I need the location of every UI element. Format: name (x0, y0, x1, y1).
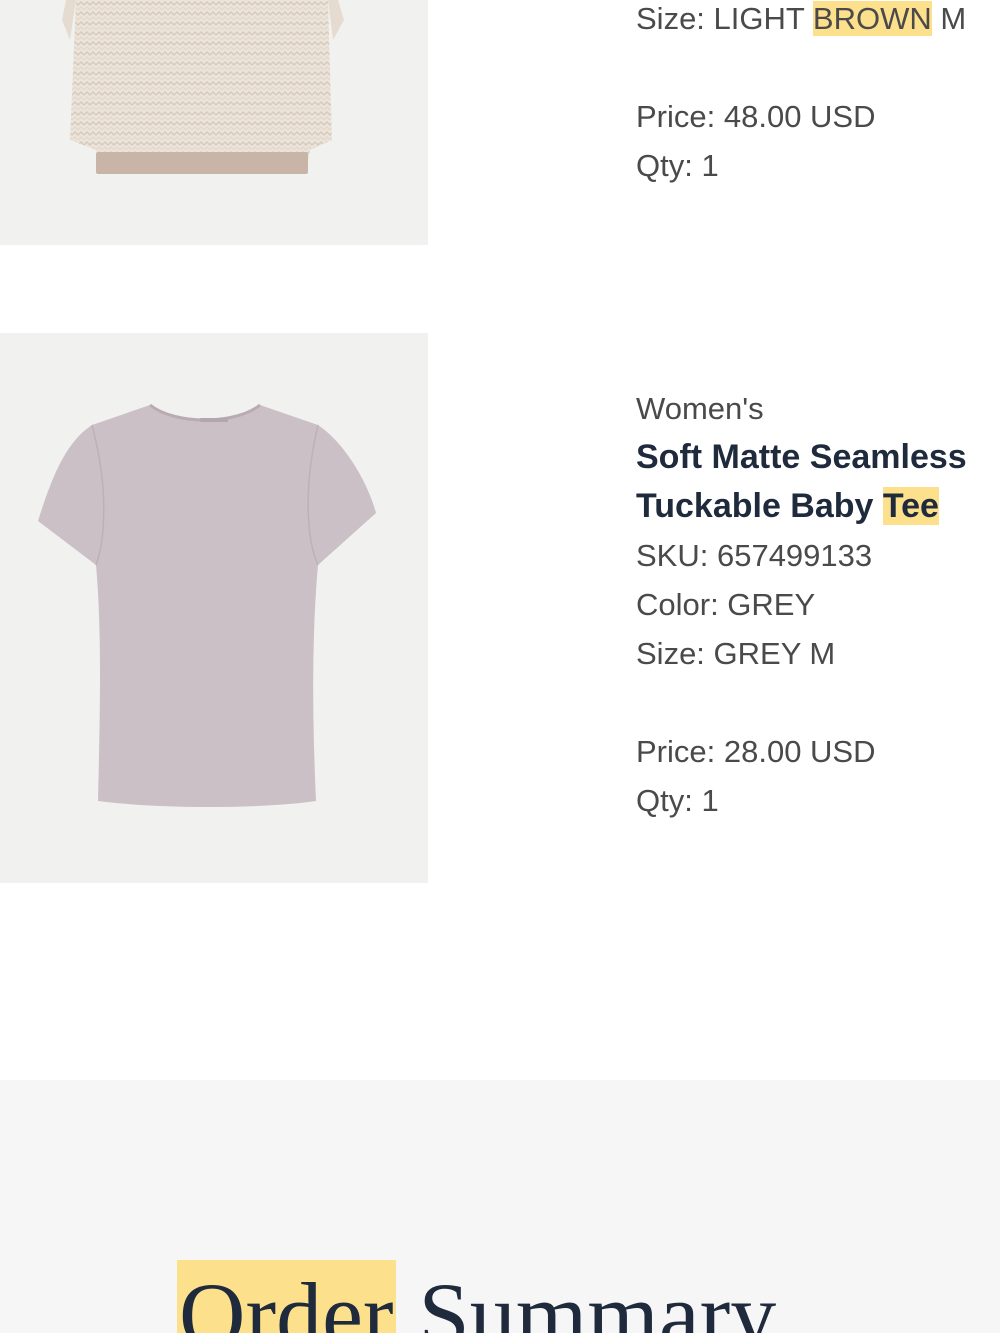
item-name-line-2[interactable]: Tuckable Baby Tee (636, 482, 1000, 531)
search-highlight: BROWN (812, 1, 932, 36)
item-name-line-1[interactable]: Soft Matte Seamless (636, 433, 1000, 482)
product-image-baby-tee[interactable] (0, 333, 428, 883)
item-price: Price: 48.00 USD (636, 99, 876, 134)
product-image-knit-tee[interactable] (0, 0, 428, 245)
item-color: Color: GREY (636, 587, 816, 622)
tee-shirt-image (38, 403, 376, 807)
order-summary-title: Order Summary (177, 1260, 776, 1333)
item-sku: SKU: 657499133 (636, 538, 873, 573)
item-size: Size: LIGHT BROWN M (636, 1, 967, 36)
item-qty: Qty: 1 (636, 148, 719, 183)
search-highlight: Order (177, 1260, 396, 1333)
item-category: Women's (636, 391, 764, 426)
order-summary-section: Order Summary (0, 1080, 1000, 1333)
knit-tee-image (62, 0, 344, 174)
cart-item-1-details: Size: LIGHT BROWN M Price: 48.00 USD Qty… (636, 0, 1000, 190)
cart-item-2-details: Women's Soft Matte Seamless Tuckable Bab… (636, 384, 1000, 825)
item-price: Price: 28.00 USD (636, 734, 876, 769)
item-size: Size: GREY M (636, 636, 836, 671)
item-qty: Qty: 1 (636, 783, 719, 818)
search-highlight: Tee (882, 487, 939, 525)
